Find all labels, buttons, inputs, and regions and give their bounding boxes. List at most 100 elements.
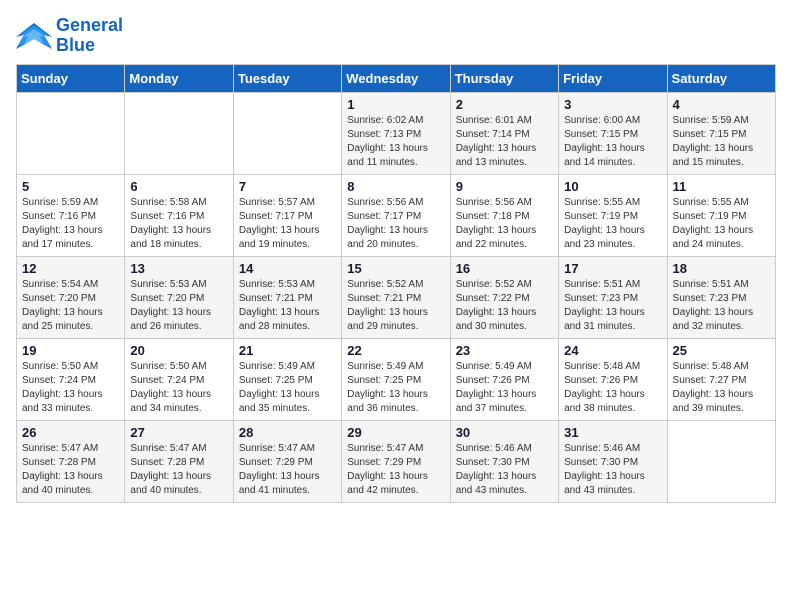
day-number: 9 — [456, 179, 553, 194]
calendar-cell: 20Sunrise: 5:50 AM Sunset: 7:24 PM Dayli… — [125, 338, 233, 420]
calendar-cell: 21Sunrise: 5:49 AM Sunset: 7:25 PM Dayli… — [233, 338, 341, 420]
calendar-cell: 29 Sunrise: 5:47 AM Sunset: 7:29 PM Dayli… — [342, 420, 450, 502]
day-number: 7 — [239, 179, 336, 194]
day-info: Sunrise: 6:02 AM Sunset: 7:13 PM Dayligh… — [347, 114, 444, 170]
day-info: Sunrise: 5:46 AM Sunset: 7:30 PM Dayligh… — [564, 442, 661, 498]
calendar-cell: 23 Sunrise: 5:49 AM Sunset: 7:26 PM Dayli… — [450, 338, 558, 420]
calendar-cell: 6 Sunrise: 5:58 AM Sunset: 7:16 PM Daylig… — [125, 174, 233, 256]
day-info: Sunrise: 5:50 AM Sunset: 7:24 PM Dayligh… — [22, 360, 119, 416]
header-tuesday: Tuesday — [233, 64, 341, 92]
calendar-cell: 8 Sunrise: 5:56 AM Sunset: 7:17 PM Daylig… — [342, 174, 450, 256]
calendar-cell: 17Sunrise: 5:51 AM Sunset: 7:23 PM Dayli… — [559, 256, 667, 338]
logo-text: General Blue — [56, 16, 123, 56]
header-monday: Monday — [125, 64, 233, 92]
day-number: 11 — [673, 179, 770, 194]
header-wednesday: Wednesday — [342, 64, 450, 92]
calendar-cell: 4 Sunrise: 5:59 AM Sunset: 7:15 PM Daylig… — [667, 92, 775, 174]
calendar-cell — [125, 92, 233, 174]
day-number: 24 — [564, 343, 661, 358]
day-info: Sunrise: 5:50 AM Sunset: 7:24 PM Dayligh… — [130, 360, 227, 416]
day-number: 18 — [673, 261, 770, 276]
day-number: 12 — [22, 261, 119, 276]
day-info: Sunrise: 5:55 AM Sunset: 7:19 PM Dayligh… — [673, 196, 770, 252]
day-info: Sunrise: 5:48 AM Sunset: 7:27 PM Dayligh… — [673, 360, 770, 416]
day-number: 26 — [22, 425, 119, 440]
header-thursday: Thursday — [450, 64, 558, 92]
calendar-cell: 26 Sunrise: 5:47 AM Sunset: 7:28 PM Dayli… — [17, 420, 125, 502]
day-number: 2 — [456, 97, 553, 112]
day-number: 17 — [564, 261, 661, 276]
day-info: Sunrise: 5:57 AM Sunset: 7:17 PM Dayligh… — [239, 196, 336, 252]
calendar-cell: 15 Sunrise: 5:52 AM Sunset: 7:21 PM Dayli… — [342, 256, 450, 338]
day-number: 6 — [130, 179, 227, 194]
calendar-cell: 19Sunrise: 5:50 AM Sunset: 7:24 PM Dayli… — [17, 338, 125, 420]
day-info: Sunrise: 5:51 AM Sunset: 7:23 PM Dayligh… — [673, 278, 770, 334]
day-info: Sunrise: 5:48 AM Sunset: 7:26 PM Dayligh… — [564, 360, 661, 416]
day-info: Sunrise: 5:52 AM Sunset: 7:22 PM Dayligh… — [456, 278, 553, 334]
day-number: 14 — [239, 261, 336, 276]
calendar-week-4: 19Sunrise: 5:50 AM Sunset: 7:24 PM Dayli… — [17, 338, 776, 420]
day-info: Sunrise: 5:59 AM Sunset: 7:15 PM Dayligh… — [673, 114, 770, 170]
day-info: Sunrise: 5:46 AM Sunset: 7:30 PM Dayligh… — [456, 442, 553, 498]
calendar-cell: 1 Sunrise: 6:02 AM Sunset: 7:13 PM Daylig… — [342, 92, 450, 174]
day-number: 27 — [130, 425, 227, 440]
day-info: Sunrise: 5:47 AM Sunset: 7:29 PM Dayligh… — [239, 442, 336, 498]
header-sunday: Sunday — [17, 64, 125, 92]
day-number: 15 — [347, 261, 444, 276]
day-info: Sunrise: 5:49 AM Sunset: 7:25 PM Dayligh… — [239, 360, 336, 416]
day-number: 1 — [347, 97, 444, 112]
calendar-cell: 27 Sunrise: 5:47 AM Sunset: 7:28 PM Dayli… — [125, 420, 233, 502]
calendar-cell: 14 Sunrise: 5:53 AM Sunset: 7:21 PM Dayli… — [233, 256, 341, 338]
calendar-table: SundayMondayTuesdayWednesdayThursdayFrid… — [16, 64, 776, 503]
day-info: Sunrise: 5:47 AM Sunset: 7:28 PM Dayligh… — [130, 442, 227, 498]
calendar-cell: 10 Sunrise: 5:55 AM Sunset: 7:19 PM Dayli… — [559, 174, 667, 256]
calendar-cell: 7 Sunrise: 5:57 AM Sunset: 7:17 PM Daylig… — [233, 174, 341, 256]
calendar-week-2: 5Sunrise: 5:59 AM Sunset: 7:16 PM Daylig… — [17, 174, 776, 256]
calendar-cell: 30 Sunrise: 5:46 AM Sunset: 7:30 PM Dayli… — [450, 420, 558, 502]
day-number: 22 — [347, 343, 444, 358]
page-header: General Blue — [16, 16, 776, 56]
calendar-cell: 22Sunrise: 5:49 AM Sunset: 7:25 PM Dayli… — [342, 338, 450, 420]
day-number: 25 — [673, 343, 770, 358]
day-info: Sunrise: 5:56 AM Sunset: 7:17 PM Dayligh… — [347, 196, 444, 252]
day-info: Sunrise: 5:54 AM Sunset: 7:20 PM Dayligh… — [22, 278, 119, 334]
day-info: Sunrise: 5:47 AM Sunset: 7:29 PM Dayligh… — [347, 442, 444, 498]
calendar-cell — [233, 92, 341, 174]
calendar-cell: 18 Sunrise: 5:51 AM Sunset: 7:23 PM Dayli… — [667, 256, 775, 338]
header-saturday: Saturday — [667, 64, 775, 92]
day-info: Sunrise: 5:53 AM Sunset: 7:21 PM Dayligh… — [239, 278, 336, 334]
calendar-cell: 12 Sunrise: 5:54 AM Sunset: 7:20 PM Dayli… — [17, 256, 125, 338]
logo: General Blue — [16, 16, 123, 56]
day-number: 13 — [130, 261, 227, 276]
calendar-cell: 31 Sunrise: 5:46 AM Sunset: 7:30 PM Dayli… — [559, 420, 667, 502]
calendar-cell: 5Sunrise: 5:59 AM Sunset: 7:16 PM Daylig… — [17, 174, 125, 256]
day-number: 16 — [456, 261, 553, 276]
day-info: Sunrise: 5:58 AM Sunset: 7:16 PM Dayligh… — [130, 196, 227, 252]
calendar-cell: 13Sunrise: 5:53 AM Sunset: 7:20 PM Dayli… — [125, 256, 233, 338]
logo-icon — [16, 21, 52, 51]
calendar-week-3: 12 Sunrise: 5:54 AM Sunset: 7:20 PM Dayli… — [17, 256, 776, 338]
calendar-cell: 11 Sunrise: 5:55 AM Sunset: 7:19 PM Dayli… — [667, 174, 775, 256]
day-info: Sunrise: 5:59 AM Sunset: 7:16 PM Dayligh… — [22, 196, 119, 252]
calendar-week-5: 26 Sunrise: 5:47 AM Sunset: 7:28 PM Dayli… — [17, 420, 776, 502]
calendar-cell: 24 Sunrise: 5:48 AM Sunset: 7:26 PM Dayli… — [559, 338, 667, 420]
day-number: 23 — [456, 343, 553, 358]
day-number: 31 — [564, 425, 661, 440]
day-number: 30 — [456, 425, 553, 440]
day-info: Sunrise: 6:00 AM Sunset: 7:15 PM Dayligh… — [564, 114, 661, 170]
day-number: 8 — [347, 179, 444, 194]
day-info: Sunrise: 5:49 AM Sunset: 7:26 PM Dayligh… — [456, 360, 553, 416]
day-number: 10 — [564, 179, 661, 194]
calendar-cell: 2Sunrise: 6:01 AM Sunset: 7:14 PM Daylig… — [450, 92, 558, 174]
calendar-cell: 25 Sunrise: 5:48 AM Sunset: 7:27 PM Dayli… — [667, 338, 775, 420]
calendar-cell: 9Sunrise: 5:56 AM Sunset: 7:18 PM Daylig… — [450, 174, 558, 256]
day-number: 4 — [673, 97, 770, 112]
calendar-cell: 28Sunrise: 5:47 AM Sunset: 7:29 PM Dayli… — [233, 420, 341, 502]
day-number: 3 — [564, 97, 661, 112]
day-info: Sunrise: 5:47 AM Sunset: 7:28 PM Dayligh… — [22, 442, 119, 498]
day-info: Sunrise: 5:52 AM Sunset: 7:21 PM Dayligh… — [347, 278, 444, 334]
calendar-cell — [17, 92, 125, 174]
day-info: Sunrise: 5:55 AM Sunset: 7:19 PM Dayligh… — [564, 196, 661, 252]
day-number: 29 — [347, 425, 444, 440]
calendar-week-1: 1 Sunrise: 6:02 AM Sunset: 7:13 PM Daylig… — [17, 92, 776, 174]
